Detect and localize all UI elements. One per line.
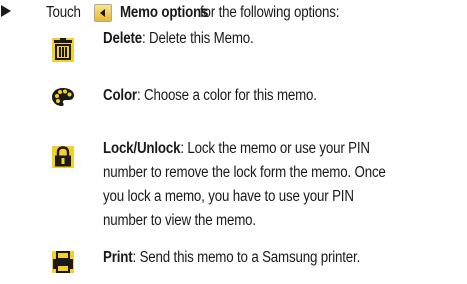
intro-after-text: for the following options: [200,4,340,21]
option-color: Color: Choose a color for this memo. [103,84,453,108]
intro-before-text: Touch [46,4,81,21]
printer-icon [52,251,74,273]
option-delete: Delete: Delete this Memo. [103,27,453,51]
option-desc-line: : Send this memo to a Samsung printer. [132,249,361,266]
option-term: Print [103,249,133,266]
option-desc-line: you lock a memo, you have to use your PI… [103,188,354,205]
option-desc-line: : Delete this Memo. [141,30,254,47]
option-desc-line: number to remove the lock form the memo.… [103,164,386,181]
option-lock-unlock: Lock/Unlock: Lock the memo or use your P… [103,137,453,233]
option-desc-line: number to view the memo. [103,212,256,229]
option-print: Print: Send this memo to a Samsung print… [103,246,453,270]
option-term: Color [103,87,137,104]
option-desc-line: : Lock the memo or use your PIN [180,140,370,157]
bullet-arrow-icon [1,5,11,17]
lock-icon [52,146,74,168]
palette-color-icon [52,88,74,106]
memo-options-label: Memo options [120,4,209,21]
memo-options-back-icon [94,4,112,22]
option-term: Delete [103,30,142,47]
option-term: Lock/Unlock [103,140,181,157]
option-desc-line: : Choose a color for this memo. [136,87,317,104]
delete-trash-icon [52,38,74,62]
